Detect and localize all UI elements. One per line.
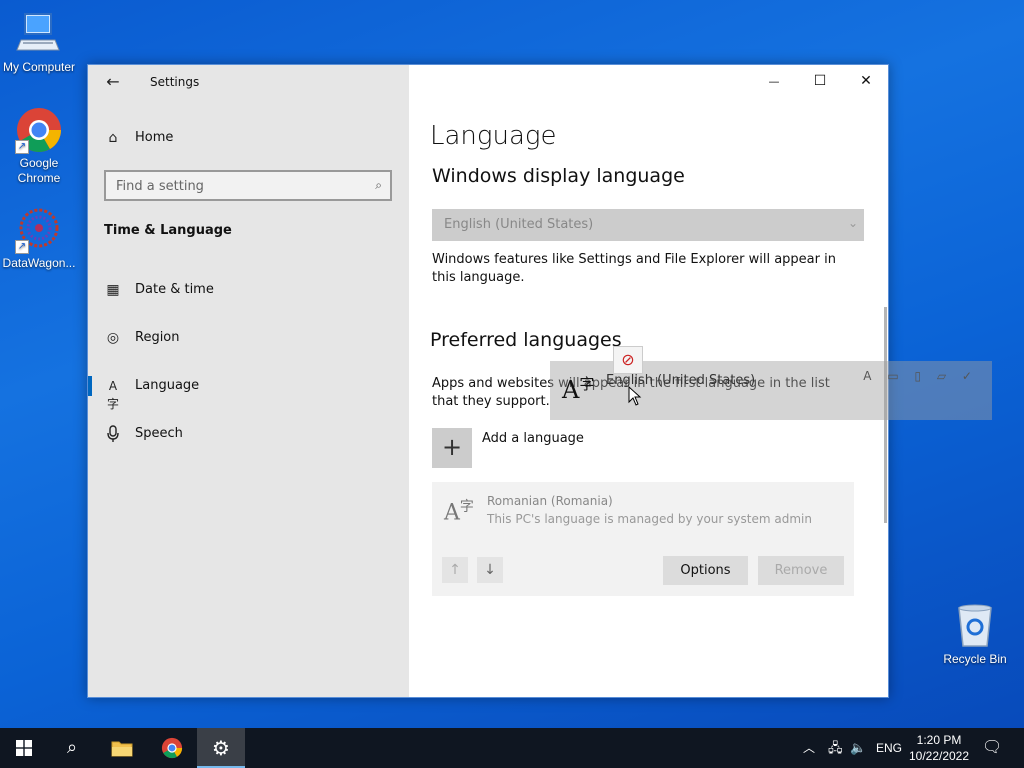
search-icon[interactable]: ⌕ [375, 178, 382, 193]
taskbar-settings[interactable]: ⚙ [197, 728, 245, 768]
language-name: Romanian (Romania) [487, 494, 613, 508]
desktop-icon-label: Google Chrome [17, 156, 61, 185]
desktop-icon-datawagon[interactable]: ↗ DataWagon... [0, 206, 79, 271]
language-icon: A字 [562, 375, 595, 404]
search-icon: ⌕ [66, 737, 78, 758]
display-language-value: English (United States) [444, 217, 594, 232]
window-title: Settings [150, 75, 200, 89]
page-title: Language [430, 121, 557, 151]
options-button[interactable]: Options [663, 556, 748, 585]
search-input[interactable] [116, 177, 356, 195]
mouse-cursor-icon [628, 385, 642, 410]
sidebar-item-speech[interactable]: Speech [88, 414, 409, 454]
home-icon: ⌂ [108, 130, 118, 146]
tray-overflow-icon[interactable]: ︿ [803, 728, 815, 768]
chrome-icon [161, 737, 183, 759]
preferred-languages-heading: Preferred languages [430, 329, 622, 351]
sidebar-item-label: Date & time [135, 282, 214, 297]
desktop-icon-my-computer[interactable]: My Computer [0, 10, 79, 75]
sidebar-item-label: Region [135, 330, 180, 345]
desktop-icon-label: My Computer [2, 60, 76, 74]
sidebar: ← Settings ⌂ Home ⌕ Time & Language ▦ Da… [88, 65, 409, 697]
taskbar: ⌕ ⚙ ︿ 🖧 🔈 ENG 1:20 PM 10/22/2022 🗨 [0, 728, 1024, 768]
sidebar-item-label: Speech [135, 426, 183, 441]
taskbar-chrome[interactable] [148, 728, 196, 768]
section-heading: Time & Language [104, 223, 232, 238]
language-icon: A字 [444, 499, 474, 526]
back-button[interactable]: ← [98, 71, 128, 95]
sidebar-item-label: Home [135, 130, 174, 145]
language-icon: A字 [106, 379, 119, 411]
sidebar-item-home[interactable]: ⌂ Home [88, 118, 409, 158]
display-language-heading: Windows display language [432, 165, 685, 187]
no-drop-icon: ⊘ [613, 346, 643, 374]
display-language-dropdown[interactable]: English (United States) ⌄ [432, 209, 864, 241]
desktop-icon-label: Recycle Bin [943, 652, 1007, 666]
calendar-clock-icon: ▦ [106, 282, 120, 298]
language-note: This PC's language is managed by your sy… [487, 512, 812, 526]
windows-logo-icon [16, 740, 32, 756]
desktop-icon-google-chrome[interactable]: ↗ Google Chrome [0, 106, 79, 186]
desktop-icon-label: DataWagon... [2, 256, 76, 270]
remove-button[interactable]: Remove [758, 556, 844, 585]
datawagon-icon: ↗ [15, 206, 63, 254]
shortcut-arrow-icon: ↗ [15, 140, 29, 154]
network-icon[interactable]: 🖧 [828, 728, 843, 768]
sidebar-item-label: Language [135, 378, 200, 393]
back-arrow-icon: ← [106, 72, 120, 91]
microphone-icon [104, 425, 122, 443]
globe-icon: ◎ [106, 330, 120, 346]
sidebar-item-region[interactable]: ◎ Region [88, 318, 409, 358]
folder-icon [111, 741, 133, 757]
sidebar-item-date-time[interactable]: ▦ Date & time [88, 270, 409, 310]
taskbar-search-button[interactable]: ⌕ [48, 728, 96, 768]
plus-icon: + [441, 433, 463, 461]
notifications-icon[interactable]: 🗨 [982, 728, 1002, 768]
shortcut-arrow-icon: ↗ [15, 240, 29, 254]
titlebar[interactable]: ← Settings [88, 65, 409, 99]
display-language-description: Windows features like Settings and File … [432, 252, 836, 285]
arrow-up-icon: ↑ [449, 562, 461, 578]
sidebar-item-language[interactable]: A字 Language [88, 366, 409, 411]
input-language-indicator[interactable]: ENG [876, 728, 902, 768]
recycle-bin-icon [951, 602, 999, 650]
language-list-item[interactable]: A字 Romanian (Romania) This PC's language… [432, 482, 854, 596]
add-language-button[interactable]: + [432, 428, 472, 468]
chrome-icon: ↗ [15, 106, 63, 154]
clock-time: 1:20 PM [916, 733, 962, 747]
clock-date: 10/22/2022 [908, 749, 970, 763]
arrow-down-icon: ↓ [484, 562, 496, 578]
move-down-button[interactable]: ↓ [477, 557, 503, 583]
start-button[interactable] [0, 728, 48, 768]
language-feature-icons: A ▭ ▯ ▱ ✓ [863, 369, 978, 383]
taskbar-file-explorer[interactable] [98, 728, 146, 768]
add-language-label[interactable]: Add a language [482, 431, 584, 446]
taskbar-clock[interactable]: 1:20 PM 10/22/2022 [905, 732, 973, 764]
chevron-down-icon: ⌄ [847, 216, 858, 230]
move-up-button[interactable]: ↑ [442, 557, 468, 583]
volume-icon[interactable]: 🔈 [850, 728, 866, 768]
computer-icon [15, 10, 63, 58]
search-box[interactable]: ⌕ [104, 170, 392, 201]
gear-icon: ⚙ [212, 736, 230, 760]
desktop-icon-recycle-bin[interactable]: Recycle Bin [935, 602, 1015, 667]
